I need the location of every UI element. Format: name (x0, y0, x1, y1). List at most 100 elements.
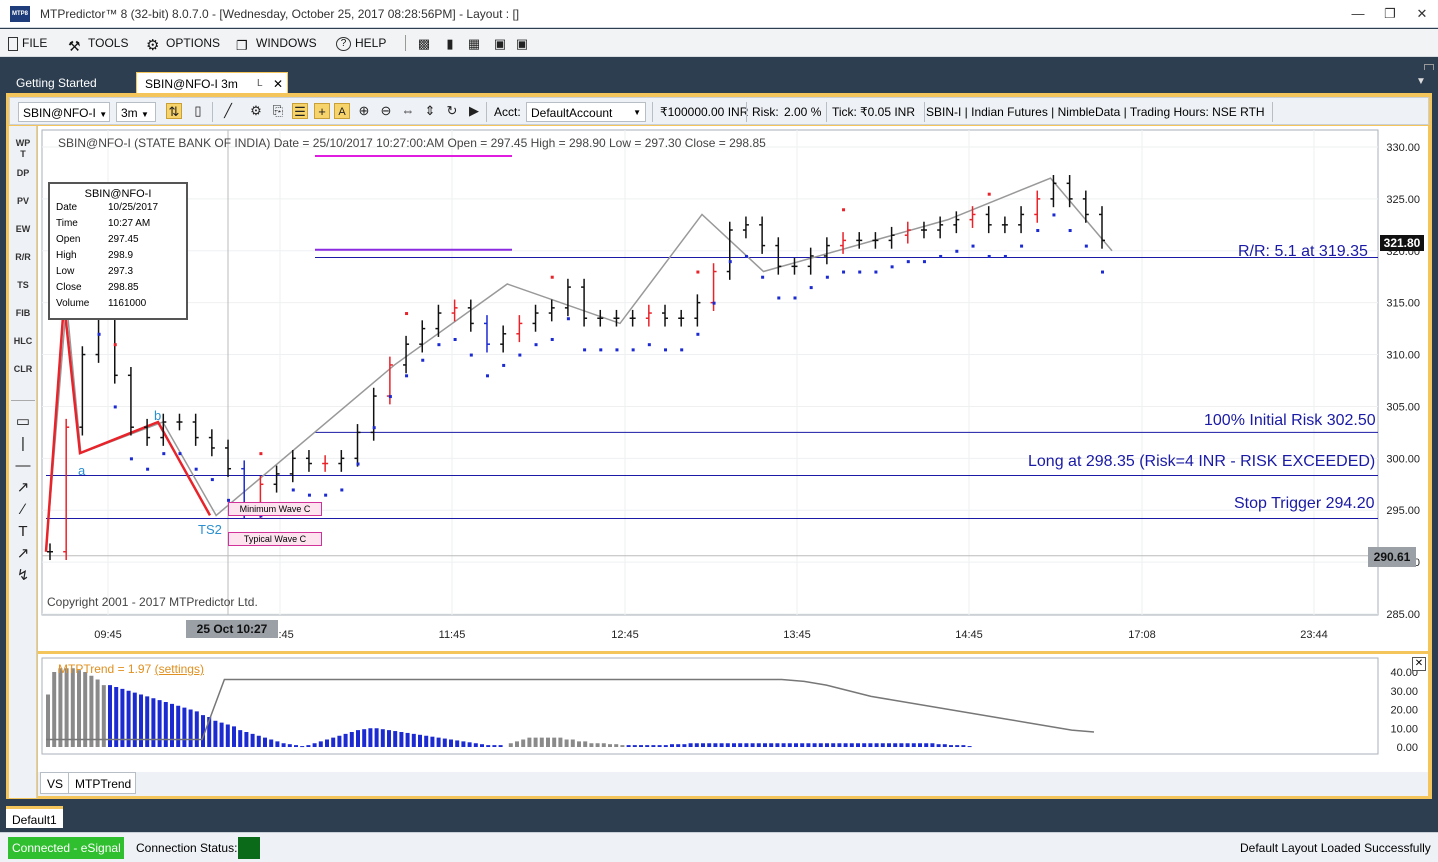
indicator-blue-bar (393, 731, 398, 747)
indicator-blue-bar (449, 739, 453, 747)
fib-tool[interactable]: FIB (12, 308, 34, 332)
play-icon[interactable]: ▶ (466, 103, 482, 119)
symbol-select[interactable]: SBIN@NFO-I ▼ (18, 102, 110, 122)
pin-icon[interactable]: L (257, 73, 263, 95)
options-menu[interactable]: ⚙ OPTIONS (146, 34, 220, 54)
stop-dot (809, 286, 813, 290)
indicator-blue-bar (182, 707, 187, 747)
tab-vs[interactable]: VS (40, 772, 71, 794)
x-tick-label: 23:44 (1300, 629, 1328, 641)
stop-dot (955, 249, 959, 253)
indicator-gray-bar (620, 745, 625, 747)
risk-value[interactable]: 2.00 % (784, 102, 821, 122)
indicator-blue-bar (688, 743, 693, 747)
indicator-blue-bar (719, 743, 724, 747)
horizontal-line-icon[interactable]: — (12, 456, 34, 476)
print-icon[interactable]: ⎘ (270, 103, 286, 119)
compress-icon[interactable]: ⇕ (422, 103, 438, 119)
indicator-blue-bar (843, 743, 848, 747)
stop-dot (631, 348, 635, 352)
indicator-blue-bar (492, 745, 497, 747)
y-tick-label: 295.00 (1386, 505, 1420, 517)
clr-tool[interactable]: CLR (12, 364, 34, 388)
ts-tool[interactable]: TS (12, 280, 34, 304)
tick-value: ₹0.05 INR (860, 105, 915, 119)
stop-dot (890, 265, 894, 269)
sort-icon[interactable]: ⇅ (166, 103, 182, 119)
wave-pattern-tool[interactable]: WP T (12, 138, 34, 162)
tab-default1[interactable]: Default1 (6, 806, 63, 828)
indicator-close-icon[interactable]: ✕ (1412, 657, 1426, 671)
candle-icon[interactable]: ▯ (190, 103, 206, 119)
tab-sbin-chart[interactable]: SBIN@NFO-I 3m L ✕ (136, 72, 288, 94)
tab-getting-started[interactable]: Getting Started (8, 72, 105, 94)
stop-dot (1101, 270, 1104, 274)
tools-menu[interactable]: ⚒ TOOLS (68, 34, 128, 54)
indicator-svg[interactable]: 0.0010.0020.0030.0040.00 (38, 654, 1428, 772)
rectangle-icon[interactable]: ▭ (12, 412, 34, 432)
zigzag-icon[interactable]: ↯ (12, 566, 34, 586)
indicator-blue-bar (800, 743, 805, 747)
expand-icon[interactable]: ⇔ (400, 103, 416, 119)
pv-tool[interactable]: PV (12, 196, 34, 220)
zoom-in-icon[interactable]: ⊕ (356, 103, 372, 119)
close-icon[interactable]: ✕ (1408, 4, 1436, 24)
text-icon[interactable]: A (334, 103, 350, 119)
chart-icon[interactable]: ╱ (220, 103, 236, 119)
stop-dot (906, 260, 910, 264)
restore-icon[interactable]: ❐ (1376, 4, 1404, 24)
indicator-blue-bar (936, 744, 941, 747)
stop-dot (793, 296, 797, 300)
toolbar-separator (826, 102, 827, 122)
file-menu[interactable]: FILE (8, 34, 47, 52)
ew-tool[interactable]: EW (12, 224, 34, 248)
minimize-icon[interactable]: — (1344, 4, 1372, 24)
chat-icon[interactable]: ▩ (416, 36, 432, 52)
cursor-price-label: 290.61 (1368, 547, 1416, 567)
dp-tool[interactable]: DP (12, 168, 34, 192)
text-tool-icon[interactable]: T (12, 522, 34, 542)
settings-icon[interactable]: ⚙ (248, 103, 264, 119)
account-select[interactable]: DefaultAccount ▼ (526, 102, 646, 122)
indicator-settings-link[interactable]: (settings) (155, 662, 204, 676)
vertical-line-icon[interactable]: | (12, 434, 34, 454)
indicator-blue-bar (806, 743, 811, 747)
hlc-tool[interactable]: HLC (12, 336, 34, 360)
tab-close-icon[interactable]: ✕ (273, 73, 283, 95)
y-tick-label: 300.00 (1386, 453, 1420, 465)
grid-icon[interactable]: ▦ (466, 36, 482, 52)
indicator-blue-bar (356, 730, 360, 747)
rr-tool[interactable]: R/R (12, 252, 34, 276)
trendline-icon[interactable]: ∕ (12, 500, 34, 520)
help-menu[interactable]: ? HELP (336, 34, 386, 52)
indicator-value: MTPTrend = 1.97 (58, 662, 152, 676)
save-layout-icon[interactable]: ▣ (492, 36, 508, 52)
stop-dot (712, 301, 716, 305)
refresh-icon[interactable]: ↻ (444, 103, 460, 119)
help-icon: ? (336, 36, 351, 51)
notes-icon[interactable]: ☰ (292, 103, 308, 119)
indicator-blue-bar (874, 743, 879, 747)
save-as-icon[interactable]: ▣ (514, 36, 530, 52)
arrow-icon[interactable]: ↗ (12, 478, 34, 498)
crosshair-icon[interactable]: + (314, 103, 330, 119)
pitchfork-icon[interactable]: ↗ (12, 544, 34, 564)
toolbar-separator (746, 102, 747, 122)
price-chart[interactable]: 285.00290.00295.00300.00305.00310.00315.… (38, 126, 1428, 651)
indicator-pane[interactable]: 0.00 10.00 20.00 30.00 40.00 MTPTrend = 1.97… (38, 654, 1428, 772)
stop-dot (647, 343, 651, 347)
tab-mtptrend[interactable]: MTPTrend (68, 772, 136, 794)
data-window-row-value: 10/25/2017 (108, 202, 159, 213)
indicator-blue-bar (849, 743, 854, 747)
stop-dot (97, 332, 101, 336)
windows-menu[interactable]: ❐ WINDOWS (236, 34, 317, 53)
price-chart-svg[interactable]: 285.00290.00295.00300.00305.00310.00315.… (38, 126, 1428, 651)
tab-dropdown-icon[interactable]: ▼ (1416, 76, 1426, 87)
data-window-row-label: Volume (56, 298, 90, 309)
interval-value: 3m (121, 106, 138, 120)
bars-icon[interactable]: ▮ (442, 36, 458, 52)
data-window-row-value: 10:27 AM (108, 218, 151, 229)
data-window-row-value: 297.45 (108, 234, 139, 245)
interval-select[interactable]: 3m ▼ (116, 102, 156, 122)
zoom-out-icon[interactable]: ⊖ (378, 103, 394, 119)
